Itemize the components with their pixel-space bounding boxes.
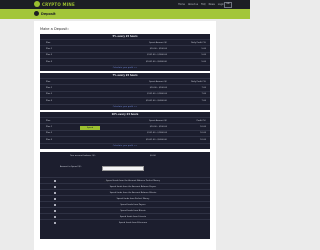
calc-profit-link[interactable]: Calculate your profit >>	[40, 142, 210, 149]
payment-method-label: Spend funds from Bitcoin	[120, 210, 146, 212]
logo-icon	[34, 1, 40, 7]
cell-profit: 5.00	[201, 48, 206, 51]
payment-method-label: Spend funds from the Account Balance Per…	[106, 180, 160, 182]
cell-profit: 7.00	[201, 99, 206, 102]
cell-plan: Plan 2	[46, 93, 53, 96]
payment-method-label: Spend funds from Perfect Money	[116, 198, 150, 200]
payment-method-label: Spend funds from Litecoin	[119, 216, 147, 218]
nav-news[interactable]: News	[209, 3, 215, 6]
cell-plan: Plan 2	[46, 132, 53, 135]
cell-amount: $101.00 - $1000.00	[147, 132, 167, 135]
col-profit: Daily Profit (%)	[190, 80, 206, 83]
page-title: Deposit	[41, 11, 56, 16]
cell-plan: Plan 3	[46, 99, 53, 102]
brand-name: CRYPTO MINE	[42, 1, 75, 7]
cell-amount: $101.00 - $1000.00	[147, 54, 167, 57]
col-plan: Plan	[46, 119, 51, 122]
deposit-icon	[34, 11, 39, 16]
cell-amount: $1001.00 - $5000.00	[145, 60, 167, 63]
payment-method-option[interactable]: Spend funds from Ethereum	[40, 219, 210, 226]
plan-table: 7% every 24 hours Plan Spent Amount ($) …	[40, 73, 210, 110]
deposit-form: Your account balance ($): $0.00 Amount t…	[40, 152, 210, 239]
amount-input[interactable]: 10.00	[102, 166, 144, 183]
cell-profit: 5.00	[201, 54, 206, 57]
col-amount: Spent Amount ($)	[149, 80, 167, 83]
cell-plan: Plan 3	[46, 138, 53, 141]
cell-amount: $1001.00 - $5000.00	[145, 138, 167, 141]
main-content: Make a Deposit: 5% every 24 hours Plan S…	[34, 21, 216, 250]
language-selector[interactable]: EN	[224, 2, 232, 8]
top-navbar: CRYPTO MINE Home About us FAQ News Login…	[0, 0, 250, 9]
cell-profit: 7.00	[201, 93, 206, 96]
col-profit: Profit (%)	[196, 119, 206, 122]
calc-profit-link[interactable]: Calculate your profit >>	[40, 64, 210, 71]
cell-plan: Plan 2	[46, 54, 53, 57]
plan-table: 5% every 24 hours Plan Spent Amount ($) …	[40, 34, 210, 71]
cell-amount: $10.00 - $100.00	[149, 87, 167, 90]
col-plan: Plan	[46, 80, 51, 83]
spend-button[interactable]: Spend	[80, 126, 100, 130]
col-amount: Spent Amount ($)	[149, 119, 167, 122]
nav-home[interactable]: Home	[178, 3, 185, 6]
calc-profit-link[interactable]: Calculate your profit >>	[40, 103, 210, 110]
cell-plan: Plan 3	[46, 60, 53, 63]
content-heading: Make a Deposit:	[40, 27, 69, 31]
top-nav: Home About us FAQ News Login	[178, 3, 224, 6]
cell-profit: 5.00	[201, 60, 206, 63]
balance-label: Your account balance ($):	[70, 155, 96, 157]
cell-plan: Plan 1	[46, 87, 53, 90]
payment-method-label: Spend funds from the Account Balance Bit…	[109, 192, 157, 194]
cell-amount: $1001.00 - $5000.00	[145, 99, 167, 102]
cell-amount: $10.00 - $100.00	[149, 126, 167, 129]
balance-value: $0.00	[150, 155, 156, 157]
payment-method-label: Spend funds from Payeer	[120, 204, 146, 206]
cell-profit: 10.00	[200, 138, 206, 141]
col-plan: Plan	[46, 41, 51, 44]
cell-amount: $10.00 - $100.00	[149, 48, 167, 51]
nav-faq[interactable]: FAQ	[201, 3, 205, 6]
cell-profit: 10.00	[200, 132, 206, 135]
logo[interactable]: CRYPTO MINE	[34, 1, 75, 7]
cell-plan: Plan 1	[46, 48, 53, 51]
col-profit: Daily Profit (%)	[190, 41, 206, 44]
cell-amount: $101.00 - $1000.00	[147, 93, 167, 96]
amount-label: Amount to Spend ($):	[60, 166, 82, 168]
payment-method-label: Spend funds from the Account Balance Pay…	[109, 186, 157, 188]
cell-profit: 7.00	[201, 87, 206, 90]
cell-profit: 10.00	[200, 126, 206, 129]
payment-method-label: Spend funds from Ethereum	[118, 222, 148, 224]
col-amount: Spent Amount ($)	[149, 41, 167, 44]
nav-about[interactable]: About us	[188, 3, 198, 6]
plan-table: 10% every 24 hours Plan Spent Amount ($)…	[40, 112, 210, 149]
